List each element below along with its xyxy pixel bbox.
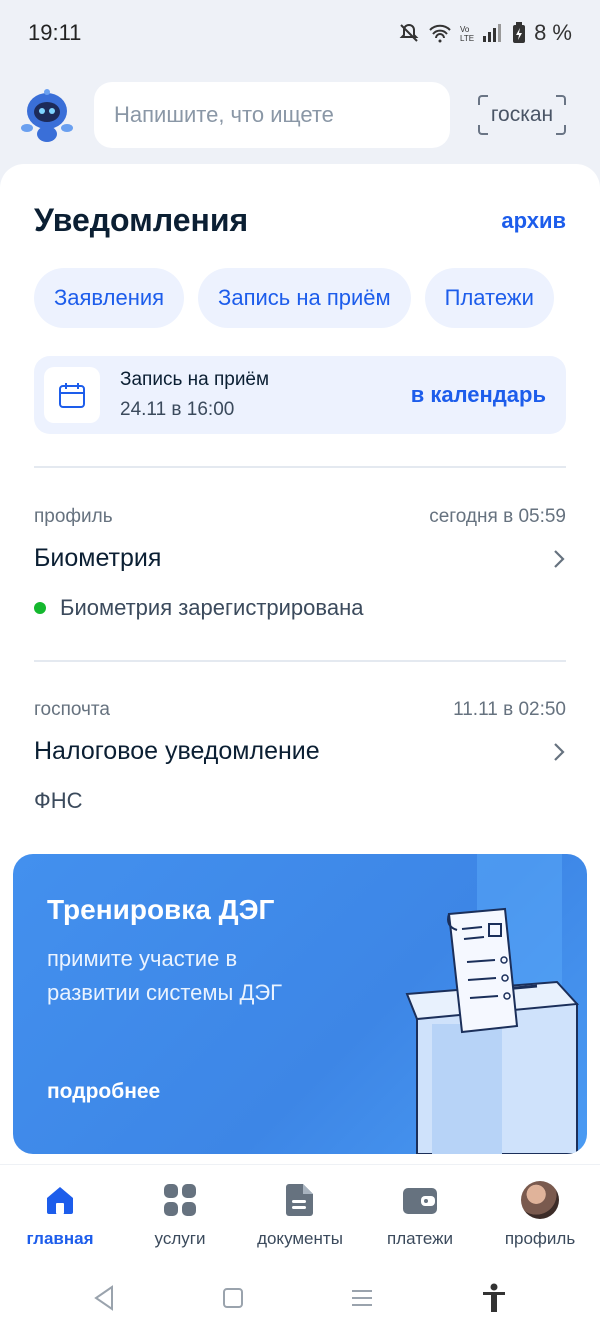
search-input[interactable]: Напишите, что ищете — [94, 82, 450, 148]
page-title: Уведомления — [34, 202, 249, 238]
notification-subtitle: ФНС — [34, 788, 83, 813]
nav-services[interactable]: услуги — [120, 1181, 240, 1249]
status-icons: Vo LTE 8 % — [398, 20, 572, 46]
banner-more-link[interactable]: подробнее — [47, 1080, 160, 1104]
nav-label: платежи — [387, 1228, 453, 1248]
signal-icon — [483, 24, 502, 42]
svg-text:Vo: Vo — [460, 25, 470, 34]
wallet-icon — [401, 1181, 439, 1219]
system-nav-bar — [0, 1264, 600, 1332]
battery-percent: 8 % — [534, 20, 572, 45]
grid-icon — [161, 1181, 199, 1219]
filter-chip-appointments[interactable]: Запись на приём — [198, 268, 411, 328]
recents-menu-icon[interactable] — [350, 1288, 374, 1308]
volte-icon: VoLTE — [460, 25, 474, 43]
search-placeholder: Напишите, что ищете — [114, 102, 334, 127]
notification-title: Налоговое уведомление — [34, 737, 320, 765]
nav-home[interactable]: главная — [0, 1181, 120, 1249]
robot-assistant-icon[interactable] — [16, 84, 78, 146]
appointment-title: Запись на приём — [120, 369, 270, 390]
appointment-time: 24.11 в 16:00 — [120, 399, 235, 420]
avatar — [521, 1180, 559, 1219]
nav-payments[interactable]: платежи — [360, 1181, 480, 1249]
notification-title: Биометрия — [34, 544, 162, 572]
divider — [34, 660, 566, 662]
main-sheet: Уведомления архив Заявления Запись на пр… — [0, 164, 600, 1164]
divider — [34, 466, 566, 468]
notification-title-row: Налоговое уведомление — [34, 737, 566, 766]
battery-icon — [513, 22, 526, 43]
back-icon[interactable] — [93, 1285, 115, 1311]
filter-chip-applications[interactable]: Заявления — [34, 268, 185, 328]
nav-profile[interactable]: профиль — [480, 1180, 600, 1249]
status-bar: 19:11 Vo LTE 8 % — [0, 0, 600, 66]
notification-category: профиль — [34, 506, 113, 527]
notification-status: Биометрия зарегистрирована — [34, 595, 566, 621]
status-time: 19:11 — [28, 20, 82, 45]
calendar-icon — [44, 367, 100, 423]
wifi-icon — [429, 24, 451, 43]
filter-chip-payments[interactable]: Платежи — [424, 268, 554, 328]
notification-subtitle: Биометрия зарегистрирована — [60, 595, 364, 620]
notification-title-row: Биометрия — [34, 544, 566, 573]
notification-sender: ФНС — [34, 788, 566, 814]
banner-text: примите участие в развитии системы ДЭГ — [47, 946, 283, 1005]
nav-label: профиль — [504, 1228, 576, 1248]
add-to-calendar-link[interactable]: в календарь — [411, 382, 546, 408]
accessibility-icon[interactable] — [481, 1283, 507, 1313]
notification-date: сегодня в 05:59 — [429, 506, 566, 527]
nav-label: главная — [26, 1228, 94, 1248]
chevron-right-icon — [554, 742, 565, 761]
home-icon — [41, 1181, 79, 1219]
status-dot-icon — [34, 602, 46, 614]
chevron-right-icon — [554, 549, 565, 568]
appointment-card[interactable]: Запись на приём 24.11 в 16:00 в календар… — [34, 356, 566, 434]
notifications-header: Уведомления архив — [34, 202, 566, 239]
goscan-label: госкан — [490, 103, 554, 126]
notification-category: госпочта — [34, 699, 110, 720]
deg-promo-banner[interactable]: Тренировка ДЭГ примите участие в развити… — [13, 854, 587, 1154]
goscan-button[interactable]: госкан — [478, 95, 566, 135]
notification-item[interactable]: госпочта 11.11 в 02:50 Налоговое уведомл… — [34, 699, 566, 814]
svg-text:LTE: LTE — [460, 34, 474, 43]
archive-link[interactable]: архив — [501, 208, 566, 234]
notification-item[interactable]: профиль сегодня в 05:59 Биометрия Биомет… — [34, 506, 566, 621]
ballot-box-illustration — [405, 854, 580, 1154]
nav-documents[interactable]: документы — [240, 1181, 360, 1249]
nav-label: услуги — [154, 1228, 206, 1248]
bottom-nav: главная услуги документы платежи профиль — [0, 1164, 600, 1264]
bell-off-icon — [399, 23, 419, 42]
notification-date: 11.11 в 02:50 — [453, 699, 566, 720]
nav-label: документы — [257, 1228, 343, 1248]
appointment-info: Запись на приём 24.11 в 16:00 — [120, 369, 411, 421]
notification-meta: госпочта 11.11 в 02:50 — [34, 699, 566, 721]
notification-meta: профиль сегодня в 05:59 — [34, 506, 566, 528]
banner-title: Тренировка ДЭГ — [47, 894, 275, 925]
document-icon — [281, 1181, 319, 1219]
header: Напишите, что ищете госкан — [0, 66, 600, 164]
home-square-icon[interactable] — [222, 1287, 244, 1309]
filter-chips: Заявления Запись на приём Платежи — [34, 268, 554, 328]
